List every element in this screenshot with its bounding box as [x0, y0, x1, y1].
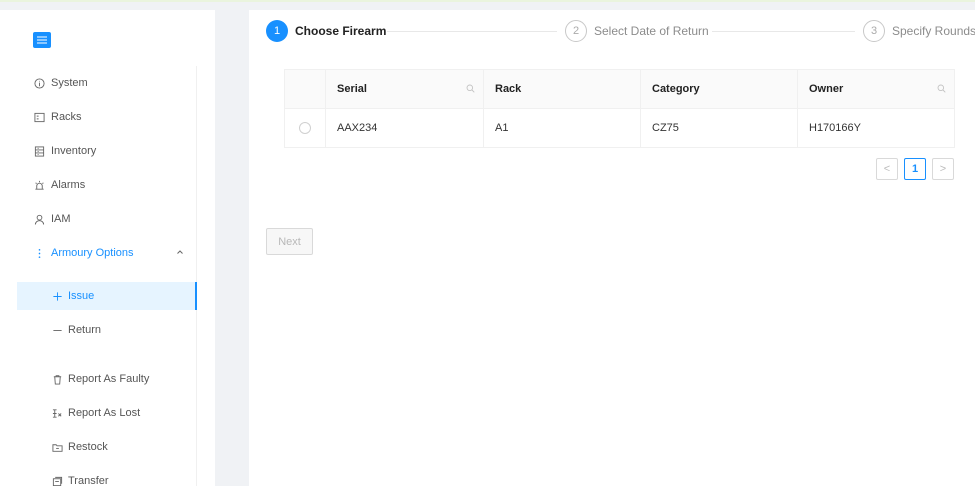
step-number: 1 [266, 20, 288, 42]
top-bar [0, 0, 975, 10]
minus-icon [51, 324, 63, 336]
trash-icon [51, 373, 63, 385]
column-header-serial: Serial [326, 70, 484, 108]
next-button[interactable]: Next [266, 228, 313, 255]
step-number: 3 [863, 20, 885, 42]
sidebar-item-label: Inventory [51, 145, 97, 157]
submenu-item-report-as-faulty[interactable]: Report As Faulty [17, 365, 197, 393]
chevron-right-icon: > [939, 163, 947, 175]
sidebar-item-label: IAM [51, 213, 71, 225]
search-icon[interactable] [937, 84, 946, 93]
column-header-label: Owner [809, 83, 844, 95]
cell-owner: H170166Y [809, 122, 861, 134]
lost-icon [51, 407, 63, 419]
column-header-rack: Rack [484, 70, 641, 108]
more-vertical-icon [33, 247, 45, 259]
submenu-item-return[interactable]: Return [17, 316, 197, 344]
alarm-icon [33, 179, 45, 191]
chevron-up-icon [177, 250, 183, 254]
table-header: Serial Rack Category Owner [285, 70, 954, 109]
inventory-icon [33, 145, 45, 157]
step-title: Choose Firearm [295, 24, 387, 38]
column-header-label: Rack [495, 83, 522, 95]
sidebar-item-inventory[interactable]: Inventory [0, 137, 196, 165]
search-icon[interactable] [466, 84, 475, 93]
sidebar-item-iam[interactable]: IAM [0, 205, 196, 233]
info-circle-icon [33, 77, 45, 89]
column-header-owner: Owner [798, 70, 954, 108]
step-title: Specify Rounds [892, 24, 975, 38]
submenu-item-label: Report As Faulty [68, 373, 150, 385]
sidebar-item-system[interactable]: System [0, 69, 196, 97]
cell-serial: AAX234 [326, 109, 484, 147]
sidebar-item-label: Alarms [51, 179, 86, 191]
row-select-radio[interactable] [299, 122, 311, 134]
submenu-item-label: Issue [68, 290, 95, 302]
submenu-item-label: Transfer [68, 475, 109, 486]
selection-column-header [285, 70, 326, 108]
step-number: 2 [565, 20, 587, 42]
submenu-item-restock[interactable]: Restock [17, 433, 197, 461]
plus-icon [51, 290, 63, 302]
sidebar-item-label: Armoury Options [51, 247, 134, 259]
step-specify-rounds[interactable]: 3 Specify Rounds [863, 20, 975, 42]
submenu-item-label: Return [68, 324, 102, 336]
sidebar-item-armoury-options[interactable]: Armoury Options [0, 239, 196, 267]
user-icon [33, 213, 45, 225]
row-select-cell [285, 109, 326, 147]
pagination-next-button[interactable]: > [932, 158, 954, 180]
sidebar-item-label: Racks [51, 111, 82, 123]
transfer-icon [51, 475, 63, 486]
pagination-page-current[interactable]: 1 [904, 158, 926, 180]
step-connector [712, 31, 855, 32]
submenu-item-label: Restock [68, 441, 108, 453]
column-header-label: Category [652, 83, 700, 95]
sidebar-item-alarms[interactable]: Alarms [0, 171, 196, 199]
folder-icon [51, 441, 63, 453]
step-choose-firearm[interactable]: 1 Choose Firearm [266, 20, 386, 42]
chevron-left-icon: < [883, 163, 891, 175]
column-header-label: Serial [337, 83, 367, 95]
sidebar-item-label: System [51, 77, 88, 89]
menu-toggle-button[interactable] [33, 32, 51, 48]
cell-category: CZ75 [641, 109, 798, 147]
submenu-item-report-as-lost[interactable]: Report As Lost [17, 399, 197, 427]
sidebar: System Racks Inventory Alarms IAM Armour… [0, 10, 215, 486]
step-connector [387, 31, 557, 32]
cell-rack: A1 [484, 109, 641, 147]
submenu-item-label: Report As Lost [68, 407, 141, 419]
submenu-item-issue[interactable]: Issue [17, 282, 197, 310]
step-title: Select Date of Return [594, 24, 709, 38]
firearm-table: Serial Rack Category Owner AAX234 A1 CZ7… [284, 69, 955, 148]
step-select-date-of-return[interactable]: 2 Select Date of Return [565, 20, 709, 42]
table-row[interactable]: AAX234 A1 CZ75 H170166Y [285, 109, 954, 148]
sidebar-item-racks[interactable]: Racks [0, 103, 196, 131]
top-accent-strip [0, 0, 975, 2]
pagination-prev-button[interactable]: < [876, 158, 898, 180]
column-header-category: Category [641, 70, 798, 108]
rack-icon [33, 111, 45, 123]
submenu-item-transfer[interactable]: Transfer [17, 467, 197, 486]
menu-icon [37, 36, 47, 44]
